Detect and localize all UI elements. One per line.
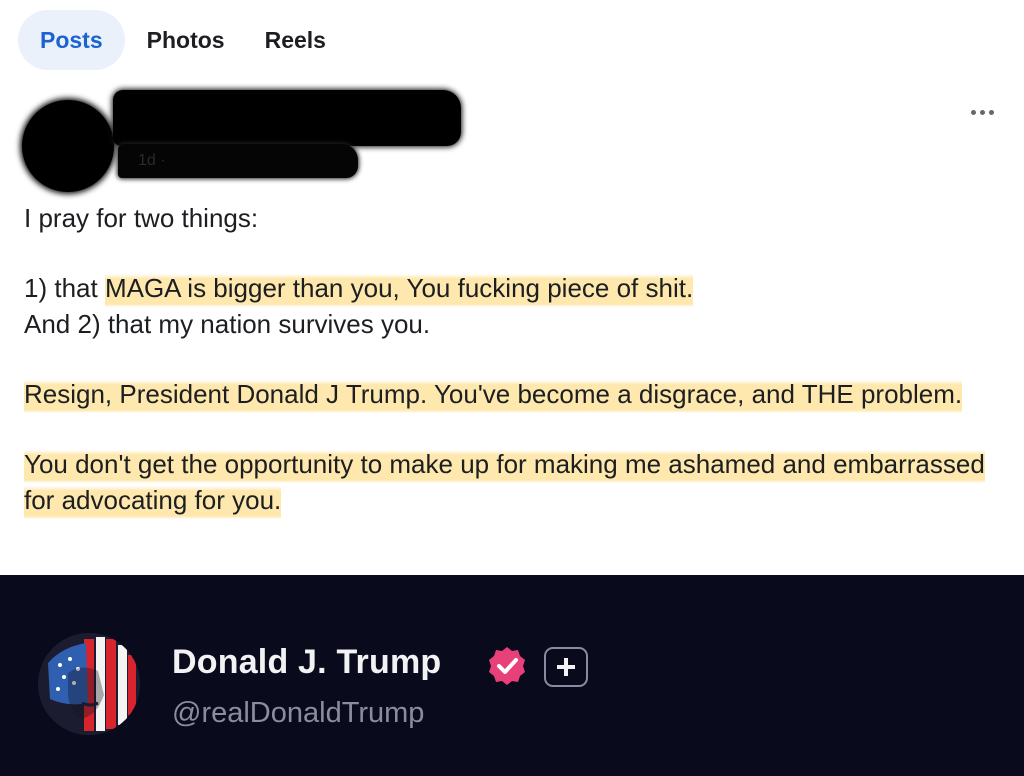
post-paragraph: 1) that MAGA is bigger than you, You fuc… [24,270,1004,307]
more-options-button[interactable] [965,104,1000,121]
plus-icon [557,658,575,676]
redacted-avatar [22,100,114,192]
highlighted-text: MAGA is bigger than you, You fucking pie… [104,271,694,307]
screenshot: Posts Photos Reels 1d · I pray for two t… [0,0,1024,776]
post-line: I pray for two things: [24,203,259,233]
avatar[interactable] [38,633,140,735]
plus-box-icon[interactable] [544,647,588,687]
post-paragraph: And 2) that my nation survives you. [24,306,1004,342]
tab-posts[interactable]: Posts [18,10,125,70]
post-paragraph: Resign, President Donald J Trump. You've… [24,376,1004,413]
more-icon-dot [980,110,985,115]
post-header: 1d · [18,82,1008,192]
redacted-author-name [113,90,461,146]
flag-portrait-icon [38,633,140,735]
post-paragraph: I pray for two things: [24,200,1004,236]
highlighted-text: Resign, President Donald J Trump. You've… [24,377,963,413]
embedded-profile-card: Donald J. Trump @realDonaldTrump [0,575,1024,776]
post-line: And 2) that my nation survives you. [24,309,431,339]
post-paragraph: You don't get the opportunity to make up… [24,446,1004,519]
highlighted-text: You don't get the opportunity to make up… [24,447,985,519]
post-timestamp: 1d · [138,152,166,169]
tab-photos[interactable]: Photos [129,10,243,70]
profile-handle[interactable]: @realDonaldTrump [172,697,424,730]
post-text: I pray for two things: 1) that MAGA is b… [24,200,1004,552]
more-horizontal-icon [971,110,976,115]
profile-name[interactable]: Donald J. Trump [172,643,441,682]
tab-reels[interactable]: Reels [247,10,344,70]
post-line-prefix: 1) that [24,273,105,303]
verified-badge-icon [489,647,525,685]
more-icon-dot [989,110,994,115]
profile-tabs: Posts Photos Reels [18,10,348,70]
